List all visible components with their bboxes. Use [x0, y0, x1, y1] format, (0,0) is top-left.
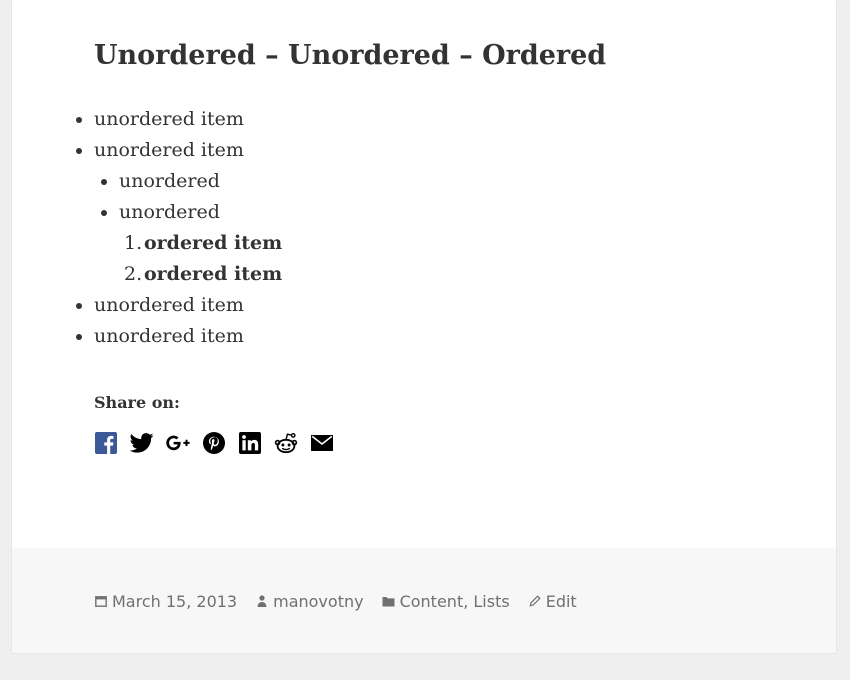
reddit-icon	[274, 433, 298, 454]
ordered-list-item: ordered item	[124, 259, 794, 290]
post-date-link[interactable]: March 15, 2013	[112, 592, 237, 611]
share-twitter-button[interactable]	[130, 431, 154, 455]
post-author: manovotny	[255, 592, 364, 611]
list-item: unordered	[101, 166, 794, 197]
share-google-plus-button[interactable]	[166, 431, 190, 455]
list-item: unordered item unordered unordered order…	[76, 135, 794, 290]
post-card: Unordered – Unordered – Ordered unordere…	[12, 0, 836, 653]
list-item-text: unordered item	[94, 325, 244, 347]
share-facebook-button[interactable]	[94, 431, 118, 455]
post-edit: Edit	[528, 592, 577, 611]
category-link-content[interactable]: Content	[400, 592, 464, 611]
list-item: unordered item	[76, 104, 794, 135]
unordered-list: unordered item unordered item unordered …	[76, 104, 794, 352]
post-content: unordered item unordered item unordered …	[76, 104, 794, 352]
ordered-list-item: ordered item	[124, 228, 794, 259]
email-icon	[311, 435, 333, 451]
post-date: March 15, 2013	[94, 592, 237, 611]
list-item-text: unordered item	[94, 294, 244, 316]
post-meta: March 15, 2013 manovotny Content, Lists	[94, 589, 595, 613]
nested-ordered-list: ordered item ordered item	[124, 228, 794, 290]
list-item: unordered item	[76, 321, 794, 352]
category-separator: ,	[463, 591, 474, 611]
post-categories: Content, Lists	[382, 592, 510, 611]
ordered-item-text: ordered item	[144, 263, 283, 285]
ordered-item-text: ordered item	[144, 232, 283, 254]
share-linkedin-button[interactable]	[238, 431, 262, 455]
linkedin-icon	[239, 432, 261, 454]
share-reddit-button[interactable]	[274, 431, 298, 455]
share-pinterest-button[interactable]	[202, 431, 226, 455]
facebook-icon	[95, 432, 117, 454]
pencil-icon	[528, 595, 542, 607]
list-item: unordered item	[76, 290, 794, 321]
edit-link[interactable]: Edit	[546, 592, 577, 611]
list-item-text: unordered	[119, 170, 220, 192]
google-plus-icon	[166, 435, 190, 451]
share-buttons	[94, 430, 334, 456]
list-item-text: unordered item	[94, 108, 244, 130]
post-author-link[interactable]: manovotny	[273, 592, 363, 611]
twitter-icon	[130, 433, 154, 453]
person-icon	[255, 595, 269, 607]
folder-icon	[382, 596, 396, 607]
list-item: unordered ordered item ordered item	[101, 197, 794, 290]
calendar-icon	[94, 595, 108, 607]
category-link-lists[interactable]: Lists	[473, 592, 509, 611]
pinterest-icon	[203, 432, 225, 454]
list-item-text: unordered	[119, 201, 220, 223]
nested-unordered-list: unordered unordered ordered item ordered…	[101, 166, 794, 290]
share-label: Share on:	[94, 393, 180, 412]
list-item-text: unordered item	[94, 139, 244, 161]
post-title: Unordered – Unordered – Ordered	[94, 40, 607, 71]
share-email-button[interactable]	[310, 431, 334, 455]
